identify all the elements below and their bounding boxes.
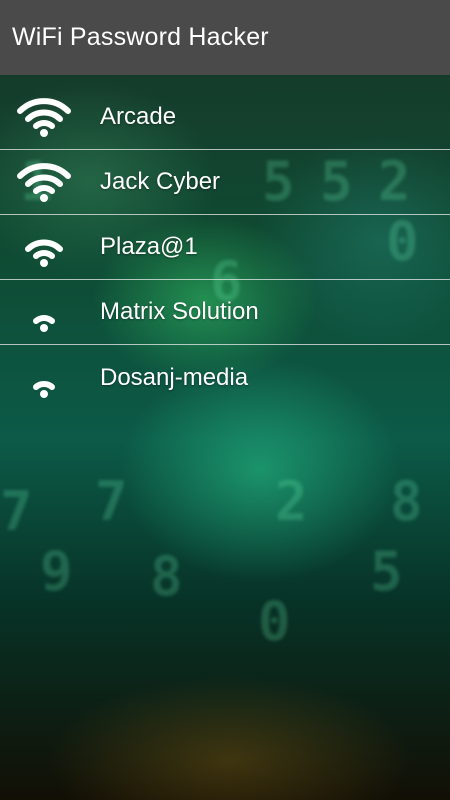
app-screen: 5 5 2 0 1 6 2 8 7 9 8 0 5 7 WiFi Passwor… xyxy=(0,0,450,800)
network-name: Plaza@1 xyxy=(100,233,198,260)
wifi-signal-low-icon xyxy=(14,290,74,334)
network-item[interactable]: Plaza@1 xyxy=(0,215,450,280)
network-name: Dosanj-media xyxy=(100,363,249,391)
wifi-signal-full-icon xyxy=(14,160,74,204)
network-item[interactable]: Dosanj-media xyxy=(0,345,450,410)
network-list: Arcade Jack Cyber Plaza@1 Matrix Solutio… xyxy=(0,85,450,410)
network-item[interactable]: Matrix Solution xyxy=(0,280,450,345)
network-name: Matrix Solution xyxy=(100,298,259,325)
network-item[interactable]: Jack Cyber xyxy=(0,150,450,215)
network-item[interactable]: Arcade xyxy=(0,85,450,150)
wifi-signal-low-icon xyxy=(14,356,74,400)
wifi-signal-medium-icon xyxy=(14,225,74,269)
app-bar: WiFi Password Hacker xyxy=(0,0,450,75)
wifi-signal-full-icon xyxy=(14,95,74,139)
network-name: Jack Cyber xyxy=(100,168,221,195)
app-title: WiFi Password Hacker xyxy=(12,23,269,51)
network-name: Arcade xyxy=(100,103,177,130)
